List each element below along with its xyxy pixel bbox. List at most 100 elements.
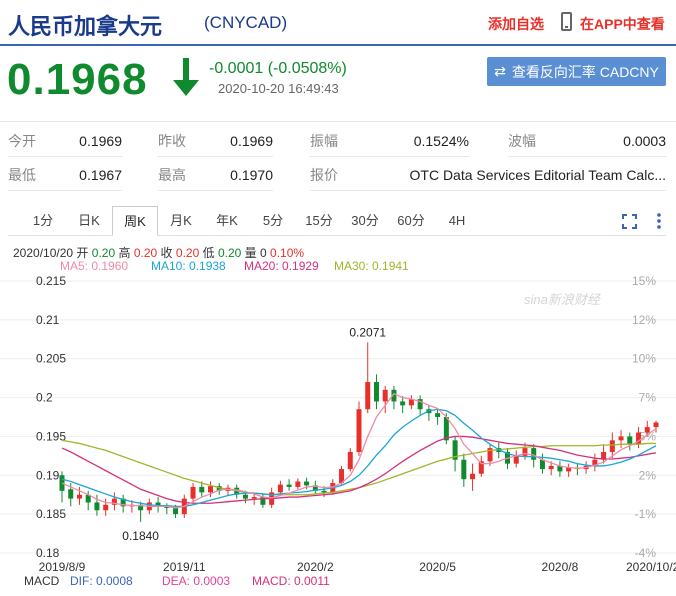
down-arrow-icon bbox=[173, 58, 199, 96]
candle-body bbox=[470, 473, 476, 480]
macd-dea: DEA: 0.0003 bbox=[162, 574, 231, 588]
x-tick-label: 2020/10/20 bbox=[626, 560, 676, 574]
divider bbox=[158, 156, 273, 157]
candle-body bbox=[94, 502, 100, 511]
phone-icon[interactable] bbox=[561, 12, 572, 31]
tab-yearly[interactable]: 年K bbox=[204, 206, 250, 236]
candle-body bbox=[522, 448, 528, 456]
candle-body bbox=[251, 497, 257, 499]
info-low-label: 低 bbox=[202, 246, 215, 260]
candle-body bbox=[400, 401, 406, 406]
divider bbox=[8, 190, 122, 191]
macd-title: MACD bbox=[24, 574, 60, 588]
x-tick-label: 2020/2 bbox=[297, 560, 334, 574]
candle-body bbox=[199, 486, 205, 493]
macd-dif: DIF: 0.0008 bbox=[70, 574, 133, 588]
y-tick-right: -1% bbox=[635, 507, 657, 521]
candle-body bbox=[365, 382, 371, 410]
candle-body bbox=[356, 409, 362, 452]
y-tick-right: 7% bbox=[639, 391, 657, 405]
candle-body bbox=[68, 489, 74, 499]
tab-weekly[interactable]: 周K bbox=[112, 206, 158, 236]
period-tabs: 1分 日K 周K 月K 年K 5分 15分 30分 60分 4H bbox=[8, 206, 666, 236]
current-price: 0.1968 bbox=[7, 55, 148, 104]
candle-body bbox=[443, 417, 449, 441]
tab-daily[interactable]: 日K bbox=[66, 206, 112, 236]
candle-body bbox=[627, 436, 633, 445]
info-close-label: 收 bbox=[160, 246, 173, 260]
tab-60min[interactable]: 60分 bbox=[388, 206, 434, 236]
candle-body bbox=[76, 494, 82, 499]
x-tick-label: 2019/11 bbox=[163, 560, 206, 574]
candle-body bbox=[190, 486, 196, 499]
candle-body bbox=[548, 465, 554, 470]
stats-row: 最低 0.1967 最高 0.1970 报价 OTC Data Services… bbox=[0, 160, 676, 194]
y-tick-left: 0.195 bbox=[36, 429, 66, 443]
candle-body bbox=[103, 504, 109, 511]
divider bbox=[8, 156, 122, 157]
candle-body bbox=[304, 481, 310, 486]
info-high-value: 0.20 bbox=[133, 246, 158, 260]
candle-body bbox=[373, 382, 379, 402]
y-tick-left: 0.215 bbox=[36, 274, 66, 288]
price-annotation: 0.1840 bbox=[122, 529, 159, 543]
page-title: 人民币加拿大元 bbox=[8, 14, 163, 39]
quote-stats: 今开 0.1969 昨收 0.1969 振幅 0.1524% 波幅 0.0003… bbox=[0, 121, 676, 192]
sina-watermark: sina新浪财经 bbox=[524, 292, 602, 307]
reverse-rate-button[interactable]: ⇄ 查看反向汇率 CADCNY bbox=[487, 57, 666, 86]
stat-label: 最低 bbox=[8, 167, 36, 183]
currency-code: (CNYCAD) bbox=[204, 13, 288, 32]
info-change-pct: 0.10% bbox=[270, 246, 305, 260]
reverse-rate-label: 查看反向汇率 CADCNY bbox=[511, 63, 659, 80]
stat-label: 报价 bbox=[310, 167, 338, 183]
stat-value: 0.1524% bbox=[413, 133, 469, 149]
stats-row: 今开 0.1969 昨收 0.1969 振幅 0.1524% 波幅 0.0003 bbox=[0, 126, 676, 160]
swap-icon: ⇄ bbox=[494, 63, 506, 79]
candle-body bbox=[539, 459, 545, 470]
candle-body bbox=[531, 448, 537, 460]
tab-30min[interactable]: 30分 bbox=[342, 206, 388, 236]
quote-source: OTC Data Services Editorial Team Calc... bbox=[409, 167, 667, 183]
candlestick-chart[interactable]: 0.215 15%0.21 12%0.205 10%0.2 7%0.195 5%0.19 2… bbox=[0, 270, 676, 596]
candle-body bbox=[286, 484, 292, 487]
divider bbox=[310, 156, 470, 157]
candle-body bbox=[382, 389, 388, 402]
y-tick-left: 0.18 bbox=[36, 546, 60, 560]
tab-15min[interactable]: 15分 bbox=[296, 206, 342, 236]
candle-body bbox=[618, 436, 624, 441]
candle-body bbox=[347, 451, 353, 470]
x-tick-label: 2020/5 bbox=[419, 560, 456, 574]
x-tick-label: 2020/8 bbox=[542, 560, 579, 574]
candle-body bbox=[435, 413, 441, 417]
tab-monthly[interactable]: 月K bbox=[158, 206, 204, 236]
y-tick-left: 0.205 bbox=[36, 352, 66, 366]
stat-label: 振幅 bbox=[310, 133, 338, 149]
y-tick-left: 0.2 bbox=[36, 391, 53, 405]
fullscreen-icon[interactable] bbox=[622, 214, 637, 229]
divider bbox=[158, 190, 273, 191]
more-icon[interactable] bbox=[656, 212, 662, 230]
info-open-label: 开 bbox=[76, 246, 89, 260]
candle-body bbox=[173, 507, 179, 515]
divider bbox=[508, 156, 666, 157]
view-in-app-link[interactable]: 在APP中查看 bbox=[580, 14, 665, 34]
candle-body bbox=[644, 427, 650, 433]
candle-body bbox=[277, 484, 283, 493]
stat-label: 最高 bbox=[158, 167, 186, 183]
candle-body bbox=[653, 422, 659, 428]
candle-body bbox=[295, 481, 301, 487]
tab-5min[interactable]: 5分 bbox=[250, 206, 296, 236]
header: 人民币加拿大元 (CNYCAD) 添加自选 在APP中查看 bbox=[0, 0, 676, 46]
info-high-label: 高 bbox=[118, 246, 131, 260]
add-favorite-link[interactable]: 添加自选 bbox=[488, 14, 544, 34]
candle-body bbox=[513, 455, 519, 464]
y-tick-right: 12% bbox=[632, 313, 656, 327]
y-tick-right: 2% bbox=[639, 468, 657, 482]
tab-4h[interactable]: 4H bbox=[434, 206, 480, 236]
candle-body bbox=[208, 486, 213, 493]
info-open-value: 0.20 bbox=[91, 246, 116, 260]
info-date: 2020/10/20 bbox=[13, 246, 74, 260]
candle-body bbox=[321, 490, 327, 493]
tab-1min[interactable]: 1分 bbox=[20, 206, 66, 236]
stat-value: 0.1970 bbox=[230, 167, 273, 183]
